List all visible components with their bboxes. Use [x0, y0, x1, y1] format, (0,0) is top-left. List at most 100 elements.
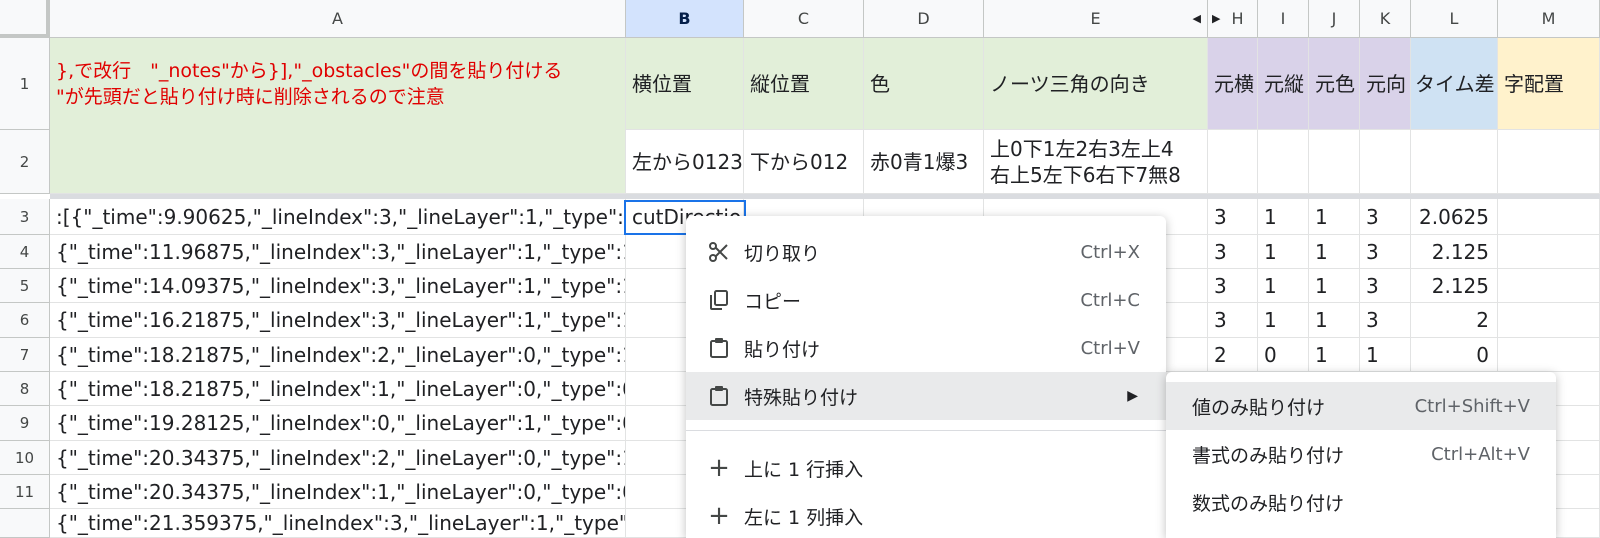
cell-m3[interactable]	[1498, 199, 1600, 235]
column-header-i[interactable]: I	[1258, 0, 1309, 38]
cell-l2[interactable]	[1411, 130, 1498, 194]
column-header-c[interactable]: C	[744, 0, 864, 38]
menu-item-cut[interactable]: 切り取り Ctrl+X	[686, 228, 1166, 276]
cell-h5[interactable]: 3	[1208, 269, 1258, 303]
cell-k7[interactable]: 1	[1360, 338, 1411, 372]
row-header-2[interactable]: 2	[0, 130, 50, 194]
row-header-3[interactable]: 3	[0, 199, 50, 235]
expand-right-icon[interactable]: ▶	[1212, 0, 1220, 38]
note-line-1: },で改行 "_notes"から}],"_obstacles"の間を貼り付ける	[56, 60, 563, 82]
row-header-5[interactable]: 5	[0, 269, 50, 303]
cell-h4[interactable]: 3	[1208, 235, 1258, 269]
cell-j3[interactable]: 1	[1309, 199, 1360, 235]
cell-k6[interactable]: 3	[1360, 303, 1411, 338]
column-header-k[interactable]: K	[1360, 0, 1411, 38]
cell-a5[interactable]: {"_time":14.09375,"_lineIndex":3,"_lineL…	[50, 269, 626, 303]
cell-b2[interactable]: 左から0123	[626, 130, 744, 194]
cell-c2[interactable]: 下から012	[744, 130, 864, 194]
cell-a6[interactable]: {"_time":16.21875,"_lineIndex":3,"_lineL…	[50, 303, 626, 338]
column-header-d[interactable]: D	[864, 0, 984, 38]
row-header-9[interactable]: 9	[0, 406, 50, 441]
cell-b1[interactable]: 横位置	[626, 38, 744, 130]
cell-h6[interactable]: 3	[1208, 303, 1258, 338]
cell-j6[interactable]: 1	[1309, 303, 1360, 338]
column-header-l[interactable]: L	[1411, 0, 1498, 38]
cell-m2[interactable]	[1498, 130, 1600, 194]
row-header-8[interactable]: 8	[0, 372, 50, 406]
column-header-a[interactable]: A	[50, 0, 626, 38]
cell-i4[interactable]: 1	[1258, 235, 1309, 269]
shortcut-paste: Ctrl+V	[1080, 337, 1140, 359]
row-header-11[interactable]: 11	[0, 475, 50, 509]
column-header-h[interactable]: ▶ H	[1208, 0, 1258, 38]
cell-k4[interactable]: 3	[1360, 235, 1411, 269]
menu-item-paste[interactable]: 貼り付け Ctrl+V	[686, 324, 1166, 372]
cell-m6[interactable]	[1498, 303, 1600, 338]
select-all-corner[interactable]	[0, 0, 50, 38]
cell-c1[interactable]: 縦位置	[744, 38, 864, 130]
cell-l3[interactable]: 2.0625	[1411, 199, 1498, 235]
cell-d1[interactable]: 色	[864, 38, 984, 130]
cell-l6[interactable]: 2	[1411, 303, 1498, 338]
cell-a4[interactable]: {"_time":11.96875,"_lineIndex":3,"_lineL…	[50, 235, 626, 269]
cell-j2[interactable]	[1309, 130, 1360, 194]
cell-l5[interactable]: 2.125	[1411, 269, 1498, 303]
cell-m1[interactable]: 字配置	[1498, 38, 1600, 130]
cell-a3[interactable]: :[{"_time":9.90625,"_lineIndex":3,"_line…	[50, 199, 626, 235]
cell-i3[interactable]: 1	[1258, 199, 1309, 235]
cell-l4[interactable]: 2.125	[1411, 235, 1498, 269]
cell-j4[interactable]: 1	[1309, 235, 1360, 269]
cell-k2[interactable]	[1360, 130, 1411, 194]
cell-e1[interactable]: ノーツ三角の向き	[984, 38, 1208, 130]
cell-i5[interactable]: 1	[1258, 269, 1309, 303]
cell-l1[interactable]: タイム差	[1411, 38, 1498, 130]
cell-m4[interactable]	[1498, 235, 1600, 269]
cell-k5[interactable]: 3	[1360, 269, 1411, 303]
cell-m5[interactable]	[1498, 269, 1600, 303]
cell-a1-note[interactable]: },で改行 "_notes"から}],"_obstacles"の間を貼り付ける …	[50, 38, 626, 194]
cell-k1[interactable]: 元向	[1360, 38, 1411, 130]
cell-j5[interactable]: 1	[1309, 269, 1360, 303]
column-header-m[interactable]: M	[1498, 0, 1600, 38]
cell-m7[interactable]	[1498, 338, 1600, 372]
cell-a11[interactable]: {"_time":20.34375,"_lineIndex":1,"_lineL…	[50, 475, 626, 509]
cell-a10[interactable]: {"_time":20.34375,"_lineIndex":2,"_lineL…	[50, 441, 626, 475]
menu-label-cut: 切り取り	[744, 242, 821, 265]
row-header-1[interactable]: 1	[0, 38, 50, 130]
column-header-j[interactable]: J	[1309, 0, 1360, 38]
row-header-4[interactable]: 4	[0, 235, 50, 269]
cell-h2[interactable]	[1208, 130, 1258, 194]
cell-j7[interactable]: 1	[1309, 338, 1360, 372]
row-header-7[interactable]: 7	[0, 338, 50, 372]
row-header-10[interactable]: 10	[0, 441, 50, 475]
cell-a7[interactable]: {"_time":18.21875,"_lineIndex":2,"_lineL…	[50, 338, 626, 372]
cell-k3[interactable]: 3	[1360, 199, 1411, 235]
menu-item-insert-col-left[interactable]: + 左に 1 列挿入	[686, 492, 1166, 538]
cell-l7[interactable]: 0	[1411, 338, 1498, 372]
cell-i1[interactable]: 元縦	[1258, 38, 1309, 130]
collapse-left-icon[interactable]: ◀	[1193, 0, 1201, 38]
cell-i2[interactable]	[1258, 130, 1309, 194]
direction-legend-line-1: 上0下1左2右3左上4	[990, 137, 1174, 161]
row-header-6[interactable]: 6	[0, 303, 50, 338]
submenu-item-format-only[interactable]: 書式のみ貼り付け Ctrl+Alt+V	[1166, 430, 1556, 478]
cell-i6[interactable]: 1	[1258, 303, 1309, 338]
cell-i7[interactable]: 0	[1258, 338, 1309, 372]
cell-a8[interactable]: {"_time":18.21875,"_lineIndex":1,"_lineL…	[50, 372, 626, 406]
submenu-item-values-only[interactable]: 値のみ貼り付け Ctrl+Shift+V	[1166, 382, 1556, 430]
cell-e2[interactable]: 上0下1左2右3左上4 右上5左下6右下7無8	[984, 130, 1208, 194]
cell-a12[interactable]: {"_time":21.359375,"_lineIndex":3,"_line…	[50, 509, 626, 538]
cell-d2[interactable]: 赤0青1爆3	[864, 130, 984, 194]
menu-item-paste-special[interactable]: 特殊貼り付け ▶	[686, 372, 1166, 420]
cell-h3[interactable]: 3	[1208, 199, 1258, 235]
column-header-b[interactable]: B	[626, 0, 744, 38]
menu-item-copy[interactable]: コピー Ctrl+C	[686, 276, 1166, 324]
column-header-e[interactable]: E ◀	[984, 0, 1208, 38]
cell-a9[interactable]: {"_time":19.28125,"_lineIndex":0,"_lineL…	[50, 406, 626, 441]
submenu-item-formula-only[interactable]: 数式のみ貼り付け	[1166, 478, 1556, 526]
menu-item-insert-row-above[interactable]: + 上に 1 行挿入	[686, 444, 1166, 492]
cell-h7[interactable]: 2	[1208, 338, 1258, 372]
cell-h1[interactable]: 元横	[1208, 38, 1258, 130]
row-header-12[interactable]	[0, 509, 50, 538]
cell-j1[interactable]: 元色	[1309, 38, 1360, 130]
